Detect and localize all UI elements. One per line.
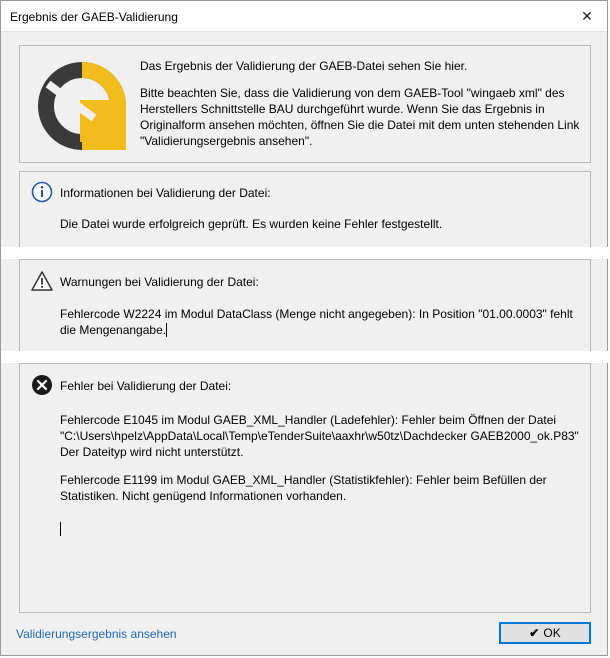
window-title: Ergebnis der GAEB-Validierung [10, 10, 178, 24]
error-icon [32, 375, 52, 395]
warnings-message-box[interactable]: Fehlercode W2224 im Modul DataClass (Men… [60, 306, 580, 338]
info-icon [31, 181, 53, 203]
close-button[interactable]: ✕ [567, 1, 607, 31]
warnings-header: Warnungen bei Validierung der Datei: [60, 275, 259, 289]
errors-message-box[interactable]: Fehlercode E1045 im Modul GAEB_XML_Handl… [60, 412, 580, 537]
info-message: Die Datei wurde erfolgreich geprüft. Es … [60, 217, 443, 231]
intro-line-2: Bitte beachten Sie, dass die Validierung… [140, 86, 580, 148]
error-message-2: Fehlercode E1199 im Modul GAEB_XML_Handl… [60, 473, 547, 503]
ok-button-label: OK [543, 626, 561, 640]
dialog-window: Ergebnis der GAEB-Validierung ✕ Das Erge… [0, 0, 610, 656]
text-caret [166, 323, 168, 337]
separator [1, 351, 610, 363]
intro-line-1: Das Ergebnis der Validierung der GAEB-Da… [140, 59, 468, 73]
intro-panel: Das Ergebnis der Validierung der GAEB-Da… [19, 45, 591, 163]
gaeb-logo-icon [38, 62, 126, 150]
error-message-1: Fehlercode E1045 im Modul GAEB_XML_Handl… [60, 413, 579, 459]
ok-button[interactable]: ✔ OK [499, 622, 591, 644]
title-bar: Ergebnis der GAEB-Validierung ✕ [1, 1, 607, 32]
info-header: Informationen bei Validierung der Datei: [60, 186, 271, 200]
warnings-message: Fehlercode W2224 im Modul DataClass (Men… [60, 307, 573, 337]
checkmark-icon: ✔ [529, 626, 540, 640]
info-panel: Informationen bei Validierung der Datei:… [19, 171, 591, 247]
warnings-panel: Warnungen bei Validierung der Datei: Feh… [19, 259, 591, 351]
text-caret [60, 522, 61, 536]
view-validation-result-link[interactable]: Validierungsergebnis ansehen [16, 627, 177, 641]
errors-header: Fehler bei Validierung der Datei: [60, 379, 232, 393]
warning-icon [31, 271, 53, 291]
errors-panel: Fehler bei Validierung der Datei: Fehler… [19, 363, 591, 613]
intro-text: Das Ergebnis der Validierung der GAEB-Da… [140, 58, 580, 160]
separator [1, 247, 610, 259]
